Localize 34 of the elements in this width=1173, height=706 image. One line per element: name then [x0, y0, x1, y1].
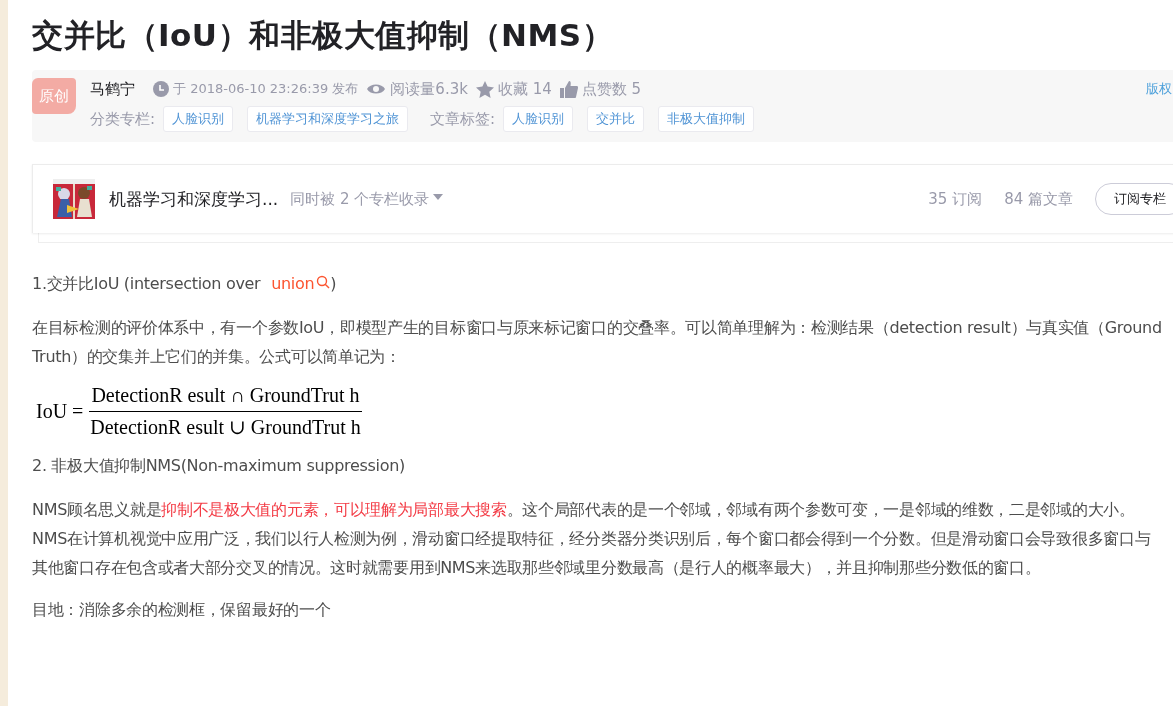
column-name[interactable]: 机器学习和深度学习... [109, 187, 279, 211]
clock-icon [153, 81, 169, 97]
publish-date: 于 2018-06-10 23:26:39 发布 [173, 80, 359, 98]
article-title: 交并比（IoU）和非极大值抑制（NMS） [32, 16, 615, 55]
paragraph: 目地：消除多余的检测框，保留最好的一个 [32, 599, 332, 621]
keyword-link[interactable]: union [271, 274, 331, 293]
eye-icon [366, 82, 387, 96]
paragraph: NMS顾名思义就是抑制不是极大值的元素，可以理解为局部最大搜索。这个局部代表的是一个邻域，邻域有两个参数可变，一是邻域的维数，二是邻域的大小。NMS在计算机视觉中应用广泛，我们以行人检测为例，滑动窗口经提取特征，经分类器分类识别后，每个窗口都会得到一个分数。但是滑动窗口会导致很多窗口与其他窗口存在包含或者大部分交叉的情况。这时就需要用到NMS来选取那些邻域里分数最高（是行人的概率最大），并且抑制那些分数低的窗口。 [32, 499, 1152, 579]
author-link[interactable]: 马鹤宁 [90, 79, 135, 99]
thumbs-up-icon [559, 80, 578, 98]
heading-text: 1.交并比IoU (intersection over [32, 274, 262, 293]
tag-label: 文章标签: [430, 109, 496, 129]
heading-text: ) [330, 274, 337, 293]
caret-down-icon [433, 194, 444, 200]
article-tag[interactable]: 人脸识别 [503, 106, 574, 132]
copyright-link[interactable]: 版权 [1146, 80, 1172, 98]
section-heading: 2. 非极大值抑制NMS(Non-maximum suppression) [32, 455, 406, 477]
subscribe-button[interactable]: 订阅专栏 [1095, 183, 1173, 215]
paragraph: 在目标检测的评价体系中，有一个参数IoU，即模型产生的目标窗口与原来标记窗口的交叠率。可以简单理解为：检测结果（detection result）与真实值（Ground Truth）的交集并上它们的并集。公式可以简单记为： [32, 317, 1163, 368]
search-icon [316, 275, 331, 289]
category-tag[interactable]: 人脸识别 [163, 106, 234, 132]
iou-formula: IoU = DetectionR esult ∩ GroundTrut h DetectionR esult ∪ GroundTrut h [36, 384, 363, 439]
article-tag[interactable]: 非极大值抑制 [658, 106, 755, 132]
star-icon [475, 80, 494, 98]
column-dropdown[interactable]: 同时被 2 个专栏收录 [290, 189, 444, 209]
category-label: 分类专栏: [90, 109, 156, 129]
category-tag[interactable]: 机器学习和深度学习之旅 [247, 106, 409, 132]
view-count: 阅读量6.3k [390, 79, 468, 99]
subscriber-count: 35 订阅 [928, 189, 983, 209]
favorite-count: 收藏 14 [497, 79, 552, 99]
article-tag[interactable]: 交并比 [587, 106, 645, 132]
like-count: 点赞数 5 [581, 79, 642, 99]
article-count: 84 篇文章 [1004, 189, 1073, 209]
original-badge: 原创 [32, 78, 76, 114]
